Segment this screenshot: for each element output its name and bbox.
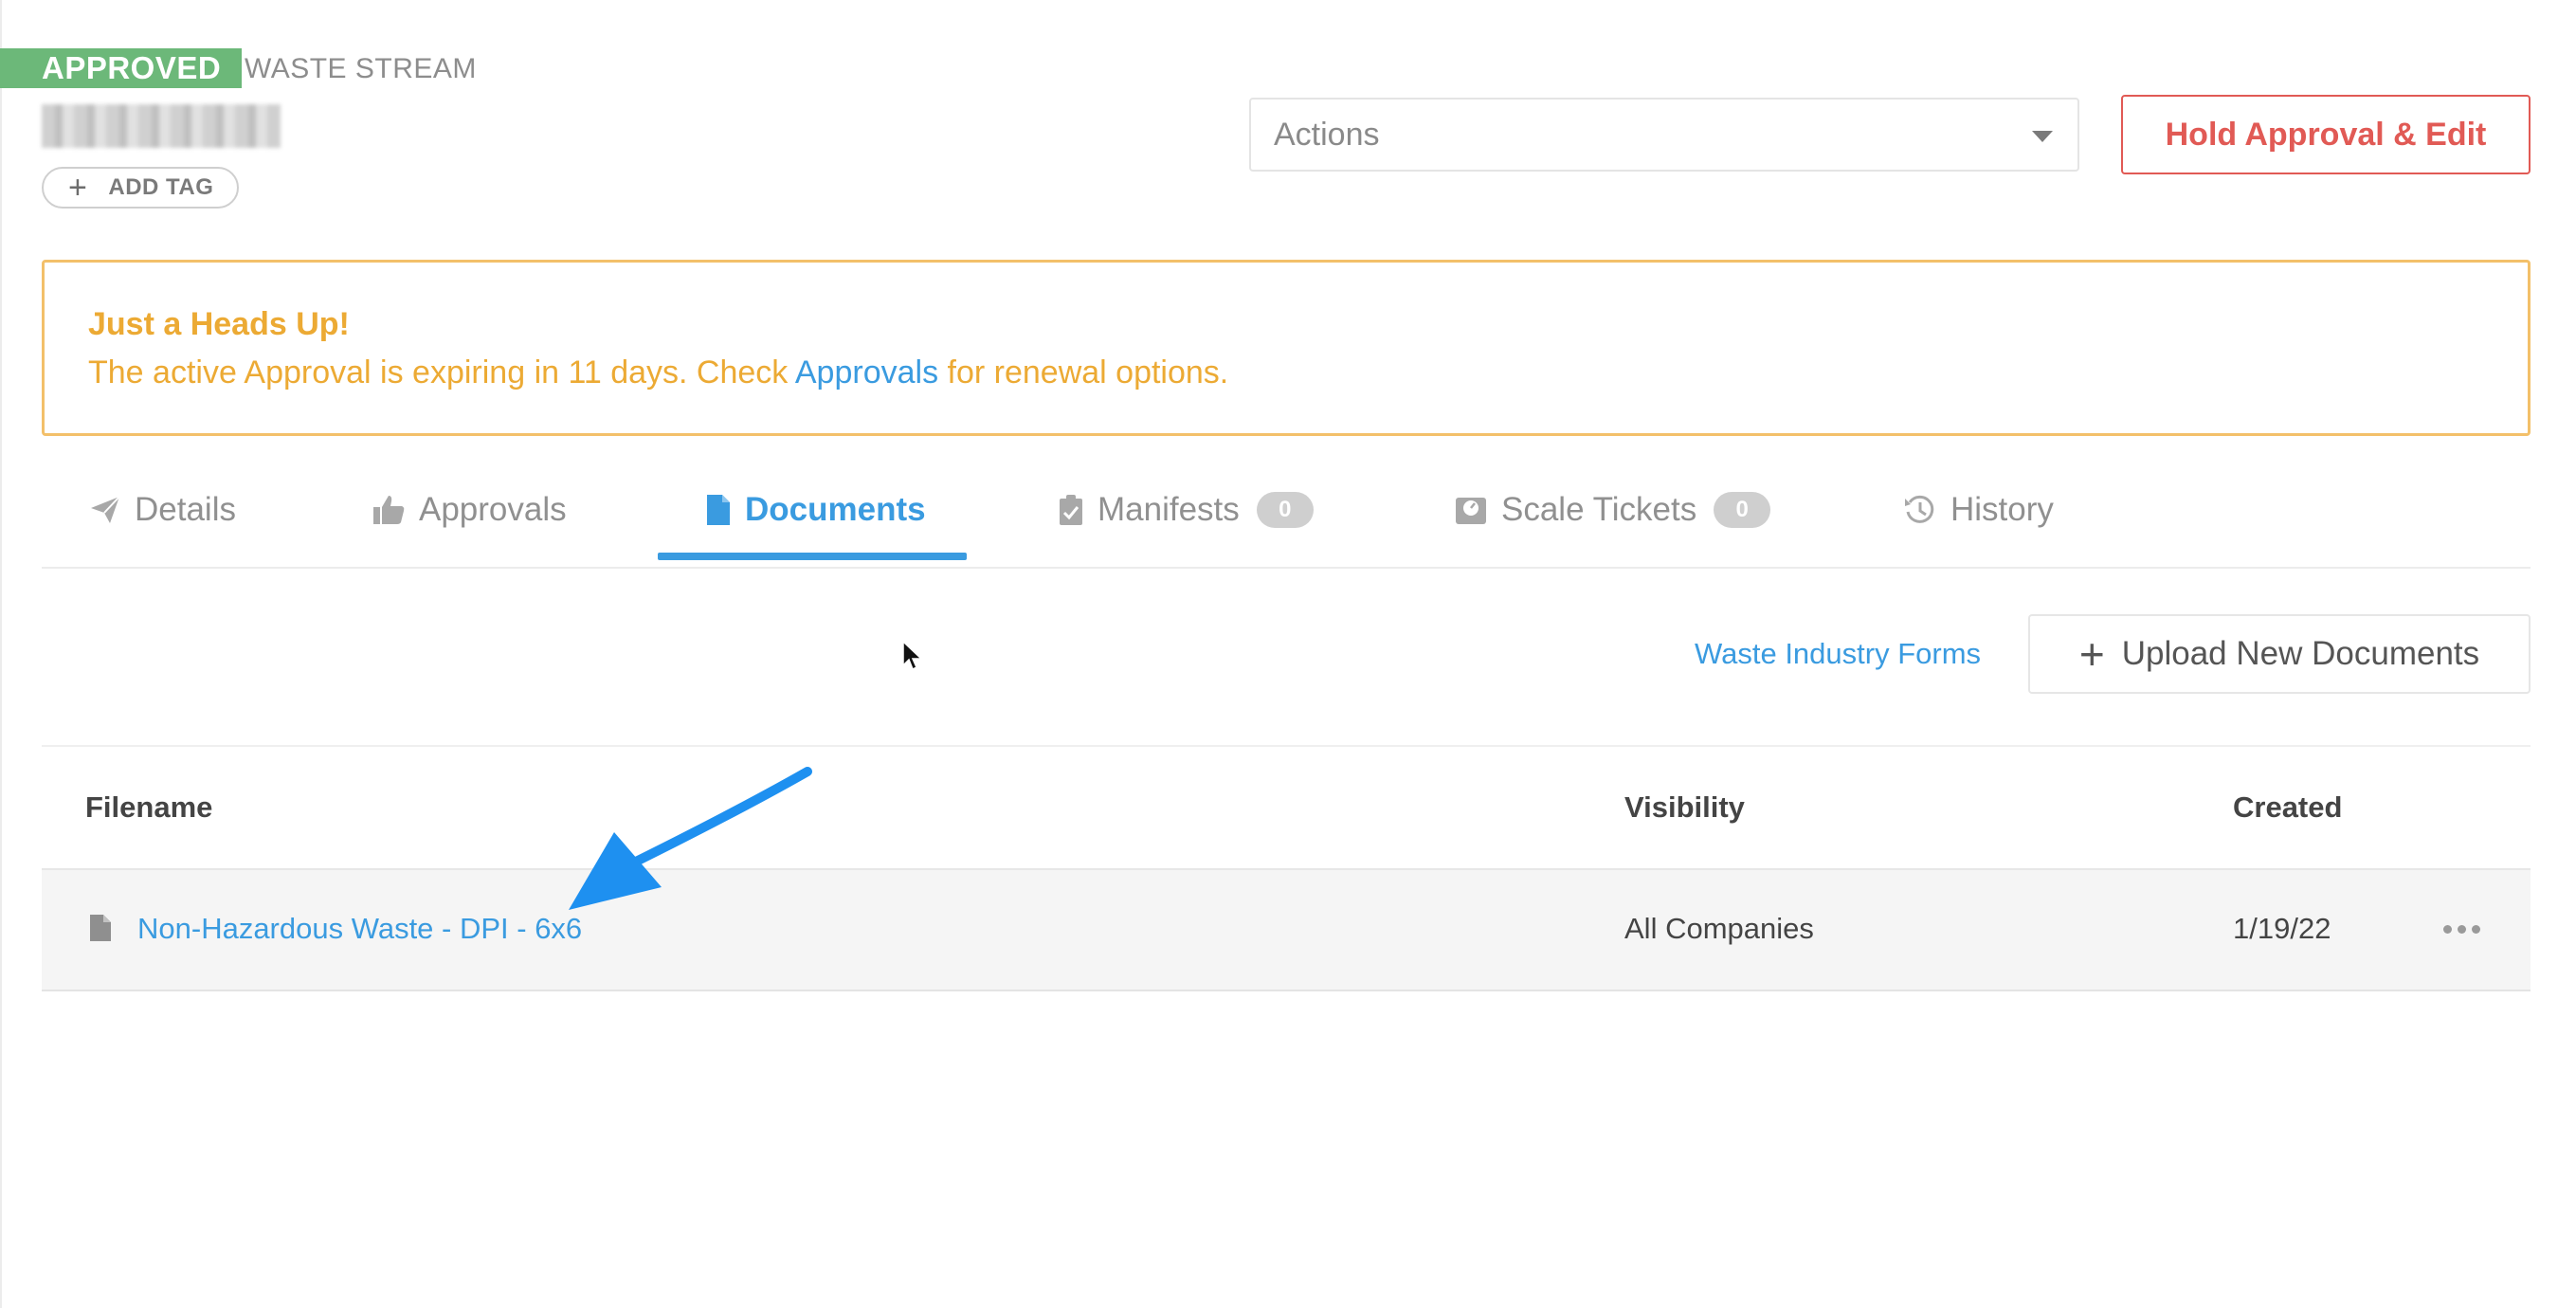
- alert-title: Just a Heads Up!: [88, 306, 350, 342]
- approvals-link[interactable]: Approvals: [795, 354, 938, 391]
- more-options-icon[interactable]: [2443, 925, 2480, 934]
- file-icon: [89, 914, 112, 947]
- scale-tickets-count-badge: 0: [1714, 492, 1771, 528]
- upload-new-documents-button[interactable]: + Upload New Documents: [2028, 614, 2531, 694]
- tab-history-label: History: [1950, 491, 2054, 528]
- heads-up-alert: Just a Heads Up! The active Approval is …: [42, 260, 2531, 436]
- active-tab-indicator: [658, 553, 967, 560]
- tab-manifests-label: Manifests: [1098, 491, 1240, 528]
- clipboard-check-icon: [1058, 493, 1084, 527]
- tab-approvals[interactable]: Approvals: [372, 455, 567, 565]
- caret-down-icon: [2032, 131, 2053, 142]
- hold-approval-edit-button[interactable]: Hold Approval & Edit: [2121, 95, 2531, 174]
- tab-details[interactable]: Details: [89, 455, 236, 565]
- tab-bar: Details Approvals Documents Manifests 0 …: [42, 455, 2531, 569]
- record-type-label: WASTE STREAM: [245, 53, 477, 84]
- tab-documents[interactable]: Documents: [705, 455, 926, 565]
- tab-history[interactable]: History: [1903, 455, 2054, 565]
- page-edge: [0, 0, 2, 1308]
- document-visibility: All Companies: [1624, 912, 1814, 945]
- actions-placeholder: Actions: [1274, 116, 1380, 153]
- tab-documents-label: Documents: [745, 491, 926, 528]
- alert-message: The active Approval is expiring in 11 da…: [88, 352, 2528, 393]
- column-header-created[interactable]: Created: [2233, 790, 2342, 825]
- plus-icon: +: [2078, 629, 2105, 679]
- tab-approvals-label: Approvals: [419, 491, 567, 528]
- tab-manifests[interactable]: Manifests 0: [1058, 455, 1314, 565]
- column-header-filename[interactable]: Filename: [85, 790, 212, 825]
- paper-plane-icon: [89, 495, 121, 525]
- history-icon: [1903, 493, 1937, 527]
- column-header-visibility[interactable]: Visibility: [1624, 790, 1745, 825]
- table-header: Filename Visibility Created: [42, 747, 2531, 870]
- mouse-cursor-icon: [902, 640, 923, 676]
- document-created-date: 1/19/22: [2233, 912, 2331, 945]
- document-filename-link[interactable]: Non-Hazardous Waste - DPI - 6x6: [137, 910, 582, 948]
- tab-details-label: Details: [135, 491, 236, 528]
- documents-table: Filename Visibility Created Non-Hazardou…: [42, 747, 2531, 991]
- alert-text-before: The active Approval is expiring in 11 da…: [88, 354, 795, 391]
- upload-button-label: Upload New Documents: [2121, 635, 2480, 672]
- manifests-count-badge: 0: [1256, 492, 1314, 528]
- tab-scale-tickets-label: Scale Tickets: [1501, 491, 1697, 528]
- add-tag-button[interactable]: + ADD TAG: [42, 167, 239, 209]
- plus-icon: +: [68, 170, 88, 206]
- alert-text-after: for renewal options.: [938, 354, 1229, 391]
- table-row[interactable]: Non-Hazardous Waste - DPI - 6x6 All Comp…: [42, 870, 2531, 991]
- actions-dropdown[interactable]: Actions: [1249, 98, 2079, 172]
- status-badge: APPROVED: [0, 48, 243, 88]
- add-tag-label: ADD TAG: [108, 174, 214, 200]
- record-id-blurred: [42, 104, 281, 148]
- thumbs-up-icon: [372, 494, 406, 526]
- scale-icon: [1454, 494, 1488, 526]
- tab-scale-tickets[interactable]: Scale Tickets 0: [1454, 455, 1771, 565]
- document-icon: [705, 493, 732, 527]
- waste-industry-forms-link[interactable]: Waste Industry Forms: [1695, 635, 1981, 673]
- annotation-arrow-icon: [550, 758, 815, 934]
